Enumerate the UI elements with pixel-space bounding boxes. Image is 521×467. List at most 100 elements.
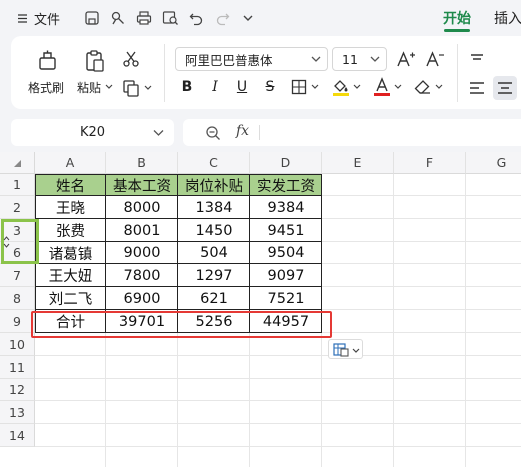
row-header[interactable]: 9 (0, 310, 35, 333)
table-border (35, 195, 322, 196)
row-header[interactable]: 8 (0, 287, 35, 310)
font-size-select[interactable]: 11 (332, 47, 387, 71)
file-menu-label: 文件 (34, 12, 61, 28)
chevron-down-icon[interactable] (105, 84, 113, 90)
row-header[interactable]: 13 (0, 401, 35, 424)
table-header-cell[interactable]: 岗位补贴 (178, 174, 250, 196)
font-name-select[interactable]: 阿里巴巴普惠体 (175, 47, 328, 71)
chevron-down-icon[interactable] (435, 84, 443, 90)
format-painter-icon[interactable] (35, 48, 61, 74)
fill-color-icon[interactable] (331, 76, 351, 98)
tab-start[interactable]: 开始 (443, 8, 471, 28)
italic-icon[interactable]: I (205, 77, 225, 97)
table-cell[interactable]: 6900 (106, 287, 178, 310)
column-header-d[interactable]: D (250, 152, 322, 174)
column-header-c[interactable]: C (178, 152, 250, 174)
format-painter-label[interactable]: 格式刷 (28, 79, 64, 96)
active-tab-indicator (444, 29, 470, 32)
column-header-f[interactable]: F (394, 152, 466, 174)
paste-label[interactable]: 粘贴 (77, 79, 101, 96)
file-menu[interactable]: 文件 (17, 8, 60, 28)
table-cell[interactable]: 504 (178, 242, 250, 264)
zoom-icon[interactable] (205, 125, 221, 141)
table-cell[interactable]: 9384 (250, 196, 322, 219)
bold-icon[interactable]: B (177, 77, 197, 97)
borders-icon[interactable] (289, 77, 309, 97)
table-border (35, 241, 322, 242)
table-cell[interactable]: 9097 (250, 264, 322, 287)
gridline (35, 423, 521, 424)
column-header-a[interactable]: A (35, 152, 106, 174)
cut-icon[interactable] (121, 49, 141, 69)
table-cell[interactable]: 8001 (106, 219, 178, 242)
strikethrough-icon[interactable]: S (260, 77, 280, 97)
row-header[interactable]: 7 (0, 264, 35, 287)
table-header-cell[interactable]: 实发工资 (250, 174, 322, 196)
font-name-value: 阿里巴巴普惠体 (185, 52, 273, 68)
column-header-b[interactable]: B (106, 152, 178, 174)
share-link-icon[interactable] (110, 8, 126, 28)
font-color-icon[interactable] (372, 76, 392, 98)
fx-icon[interactable]: fx (236, 123, 249, 139)
align-top-icon[interactable] (466, 48, 488, 70)
table-cell[interactable]: 诸葛镇 (35, 242, 106, 264)
print-preview-icon[interactable] (162, 8, 179, 28)
column-header-g[interactable]: G (466, 152, 521, 174)
chevron-down-icon[interactable] (394, 84, 402, 90)
print-icon[interactable] (136, 8, 152, 28)
name-box[interactable]: K20 (11, 119, 174, 146)
table-cell[interactable]: 1297 (178, 264, 250, 287)
row-header[interactable]: 1 (0, 174, 35, 196)
eraser-icon[interactable] (413, 77, 433, 97)
table-cell[interactable]: 621 (178, 287, 250, 310)
unhide-rows-icon[interactable] (3, 236, 10, 248)
table-cell[interactable]: 1450 (178, 219, 250, 242)
row-header[interactable]: 11 (0, 356, 35, 379)
table-cell[interactable]: 9451 (250, 219, 322, 242)
table-cell[interactable]: 1384 (178, 196, 250, 219)
increase-font-size-icon[interactable] (395, 48, 417, 70)
paste-options-button[interactable] (328, 339, 363, 359)
undo-icon[interactable] (189, 8, 204, 28)
save-icon[interactable] (84, 8, 100, 28)
row-header[interactable]: 2 (0, 196, 35, 219)
table-cell[interactable]: 张费 (35, 219, 106, 242)
copy-icon[interactable] (121, 78, 141, 98)
chevron-down-icon (311, 56, 321, 62)
title-bar: 文件 开始 插入 (0, 0, 521, 34)
select-all-corner[interactable] (0, 152, 35, 174)
row-header[interactable]: 14 (0, 424, 35, 447)
align-left-icon[interactable] (466, 77, 488, 99)
row-header[interactable]: 12 (0, 379, 35, 401)
table-cell[interactable]: 7800 (106, 264, 178, 287)
table-cell[interactable]: 9000 (106, 242, 178, 264)
table-cell[interactable]: 王大妞 (35, 264, 106, 287)
table-cell[interactable]: 王晓 (35, 196, 106, 219)
chevron-down-icon[interactable] (311, 84, 319, 90)
name-box-value: K20 (79, 125, 106, 140)
table-cell[interactable]: 8000 (106, 196, 178, 219)
chevron-down-icon[interactable] (242, 8, 254, 28)
table-header-cell[interactable]: 基本工资 (106, 174, 178, 196)
decrease-font-size-icon[interactable] (424, 48, 446, 70)
column-header-e[interactable]: E (322, 152, 394, 174)
table-cell[interactable]: 9504 (250, 242, 322, 264)
chevron-down-icon[interactable] (144, 85, 152, 91)
chevron-down-icon[interactable] (353, 84, 361, 90)
redo-icon[interactable] (215, 8, 230, 28)
align-center-icon[interactable] (493, 76, 517, 100)
tab-insert[interactable]: 插入 (494, 8, 521, 28)
table-border (35, 309, 322, 310)
underline-icon[interactable]: U (232, 77, 252, 97)
table-header-cell[interactable]: 姓名 (35, 174, 106, 196)
paste-icon[interactable] (82, 48, 108, 74)
table-cell[interactable]: 7521 (250, 287, 322, 310)
ribbon-divider (164, 44, 165, 102)
gridline (35, 446, 521, 447)
row-header[interactable]: 10 (0, 333, 35, 356)
font-size-value: 11 (342, 51, 358, 67)
total-row-highlight (31, 311, 332, 338)
formula-bar[interactable]: fx (183, 119, 521, 146)
table-cell[interactable]: 刘二飞 (35, 287, 106, 310)
chevron-down-icon (370, 56, 380, 62)
